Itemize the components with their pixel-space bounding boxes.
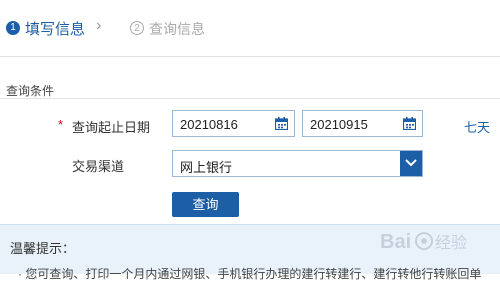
- tips-text: · 您可查询、打印一个月内通过网银、手机银行办理的建行转建行、建行转他行转账回单: [18, 267, 482, 281]
- quick-range-7days-link[interactable]: 七天: [464, 117, 490, 136]
- chevron-down-icon: [405, 159, 417, 167]
- step-arrow-icon: ›: [96, 17, 102, 34]
- channel-selected-value: 网上银行: [180, 160, 233, 175]
- end-date-value: 20210915: [310, 117, 368, 132]
- step-indicator: 1 填写信息 › 2 查询信息: [0, 0, 500, 56]
- svg-text:Bai: Bai: [380, 231, 411, 253]
- divider: [0, 56, 500, 57]
- baidu-watermark-logo: Bai 经验: [380, 231, 467, 253]
- date-range-label: 查询起止日期: [72, 120, 151, 135]
- channel-select[interactable]: 网上银行: [172, 150, 423, 177]
- start-date-value: 20210816: [180, 117, 238, 132]
- channel-dropdown-button[interactable]: [400, 151, 422, 176]
- step1-label: 填写信息: [25, 21, 86, 38]
- end-date-input[interactable]: 20210915: [302, 110, 423, 137]
- divider: [0, 98, 500, 99]
- calendar-icon[interactable]: [274, 117, 289, 133]
- step2-number-badge: 2: [130, 21, 144, 35]
- step2-label: 查询信息: [149, 21, 205, 37]
- svg-text:经验: 经验: [435, 233, 467, 252]
- tips-title: 温馨提示：: [10, 241, 76, 256]
- query-button[interactable]: 查询: [172, 192, 239, 217]
- step1-number-badge: 1: [6, 21, 20, 35]
- required-marker: *: [58, 117, 64, 132]
- start-date-input[interactable]: 20210816: [172, 110, 295, 137]
- calendar-icon[interactable]: [402, 117, 417, 133]
- section-title: 查询条件: [6, 84, 55, 98]
- channel-label: 交易渠道: [72, 159, 125, 174]
